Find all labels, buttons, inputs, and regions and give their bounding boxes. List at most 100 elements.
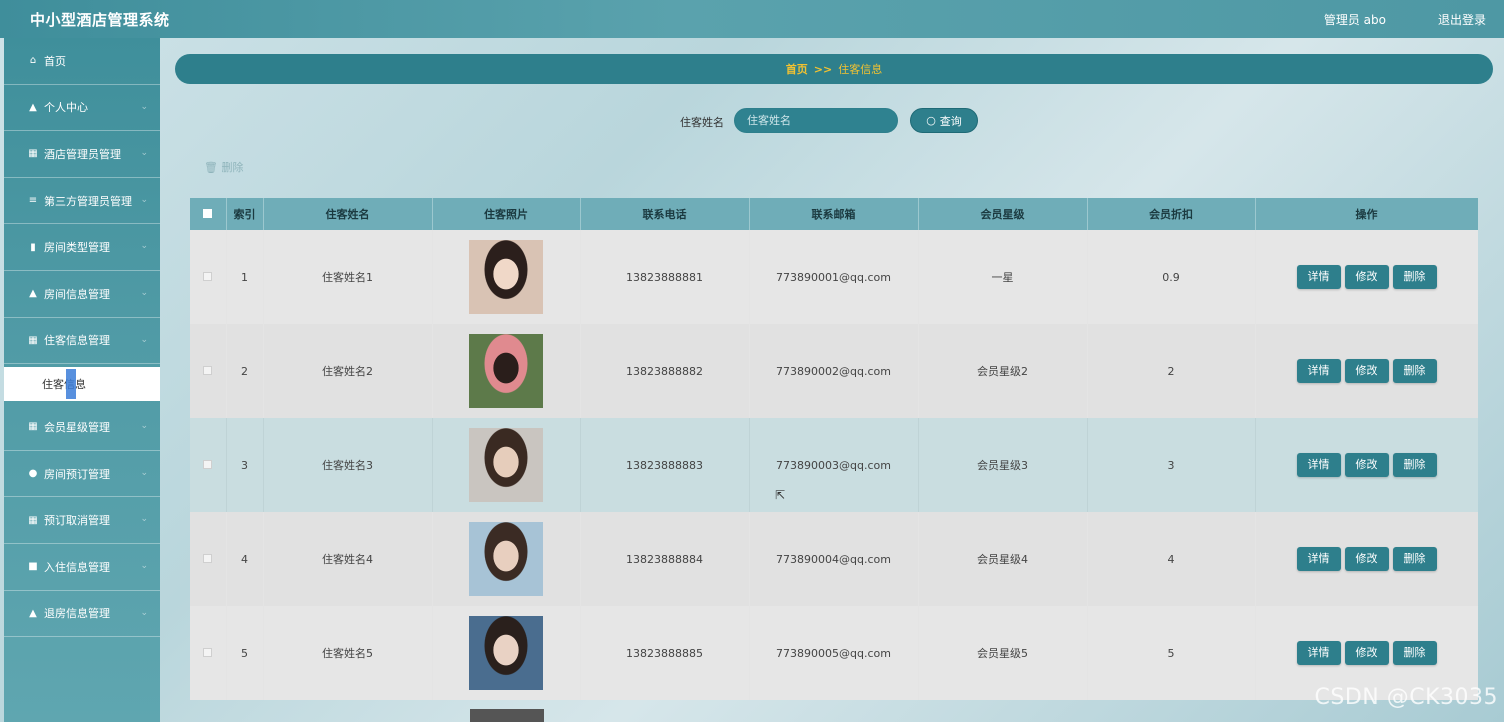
cell-photo [432, 606, 581, 700]
row-select-cell[interactable] [190, 606, 227, 700]
edit-button[interactable]: 修改 [1344, 359, 1389, 383]
detail-button[interactable]: 详情 [1296, 641, 1341, 665]
logout-link[interactable]: 退出登录 [1438, 11, 1486, 28]
table-row[interactable]: 1 住客姓名1 13823888881 773890001@qq.com 一星 0.9 详情… [190, 230, 1478, 324]
table-row[interactable]: 2 住客姓名2 13823888882 773890002@qq.com 会员星级2 2 详… [190, 324, 1478, 418]
user-icon: ▲ [29, 607, 37, 619]
sidebar-subitem-label: 住客信息 [42, 378, 86, 392]
sidebar-item-3[interactable]: ≡ 第三方管理员管理 ⌄ [4, 178, 160, 225]
grid-icon: ▦ [28, 334, 38, 346]
edit-button[interactable]: 修改 [1344, 265, 1389, 289]
guest-photo-partial [470, 709, 544, 722]
delete-button[interactable]: 删除 [1392, 265, 1437, 289]
guest-photo[interactable] [469, 616, 543, 690]
pin-icon: ● [28, 468, 38, 480]
chat-icon: ■ [28, 561, 38, 573]
sidebar-item-2[interactable]: ▦ 酒店管理员管理 ⌄ [4, 131, 160, 178]
sidebar-item-0[interactable]: ⌂ 首页 [4, 38, 160, 85]
cell-actions: 详情 修改 删除 [1255, 324, 1478, 418]
breadcrumb-home[interactable]: 首页 [786, 61, 808, 77]
current-user: 管理员 abo [1323, 13, 1386, 27]
search-button-label: 查询 [939, 114, 962, 128]
cell-name: 住客姓名5 [263, 606, 433, 700]
cell-level: 会员星级3 [918, 418, 1088, 512]
guest-photo[interactable] [469, 428, 543, 502]
app-title: 中小型酒店管理系统 [30, 11, 170, 29]
edit-button[interactable]: 修改 [1344, 547, 1389, 571]
cell-level: 会员星级4 [918, 512, 1088, 606]
detail-button[interactable]: 详情 [1296, 265, 1341, 289]
sidebar-item-7[interactable]: ▦ 会员星级管理 ⌄ [4, 404, 160, 451]
sidebar-subitem-guest-info[interactable]: 住客信息 [4, 367, 160, 402]
table-row[interactable]: 4 住客姓名4 13823888884 773890004@qq.com 会员星级4 4 详… [190, 512, 1478, 606]
table-row[interactable]: 5 住客姓名5 13823888885 773890005@qq.com 会员星级5 5 详… [190, 606, 1478, 700]
edit-button[interactable]: 修改 [1344, 453, 1389, 477]
sidebar-item-6[interactable]: ▦ 住客信息管理 ⌄ [4, 318, 160, 365]
search-label: 住客姓名 [680, 116, 724, 129]
row-checkbox[interactable] [203, 459, 213, 469]
batch-delete-label: 删除 [221, 161, 244, 174]
header-email: 联系邮箱 [749, 198, 919, 230]
cell-discount: 3 [1087, 418, 1256, 512]
guest-photo[interactable] [469, 522, 543, 596]
sidebar-item-label: 个人中心 [44, 101, 88, 115]
chevron-down-icon: ⌄ [140, 334, 148, 345]
sidebar-item-1[interactable]: ▲ 个人中心 ⌄ [4, 85, 160, 132]
cursor-highlight [66, 369, 76, 400]
table-header-row: 索引 住客姓名 住客照片 联系电话 联系邮箱 会员星级 会员折扣 操作 [190, 198, 1478, 230]
sidebar-item-label: 房间预订管理 [44, 467, 110, 481]
select-all-cell[interactable] [190, 198, 227, 230]
chevron-down-icon: ⌄ [140, 467, 148, 478]
cell-level: 会员星级5 [918, 606, 1088, 700]
row-checkbox[interactable] [203, 553, 213, 563]
detail-button[interactable]: 详情 [1296, 453, 1341, 477]
cell-index: 1 [226, 230, 264, 324]
search-button[interactable]: ○ 查询 [910, 108, 978, 133]
cell-email: 773890001@qq.com [749, 230, 919, 324]
delete-button[interactable]: 删除 [1392, 641, 1437, 665]
sidebar-item-11[interactable]: ▲ 退房信息管理 ⌄ [4, 591, 160, 638]
row-select-cell[interactable] [190, 512, 227, 606]
table-row[interactable]: 3 住客姓名3 13823888883 773890003@qq.com 会员星级3 3 详… [190, 418, 1478, 512]
cell-email: 773890004@qq.com [749, 512, 919, 606]
sidebar-item-5[interactable]: ▲ 房间信息管理 ⌄ [4, 271, 160, 318]
delete-button[interactable]: 删除 [1392, 547, 1437, 571]
sidebar-item-10[interactable]: ■ 入住信息管理 ⌄ [4, 544, 160, 591]
row-checkbox[interactable] [203, 365, 213, 375]
cell-email: 773890005@qq.com [749, 606, 919, 700]
cell-index: 3 [226, 418, 264, 512]
cell-photo [432, 230, 581, 324]
batch-delete-button[interactable]: 🗑 删除 [204, 159, 243, 175]
chevron-down-icon: ⌄ [140, 148, 148, 159]
row-checkbox[interactable] [203, 271, 213, 281]
cell-discount: 4 [1087, 512, 1256, 606]
delete-button[interactable]: 删除 [1392, 359, 1437, 383]
row-select-cell[interactable] [190, 230, 227, 324]
sidebar-item-label: 入住信息管理 [44, 560, 110, 574]
row-checkbox[interactable] [203, 647, 213, 657]
row-select-cell[interactable] [190, 324, 227, 418]
sidebar-item-label: 预订取消管理 [44, 514, 110, 528]
search-input[interactable] [734, 108, 898, 133]
select-all-checkbox[interactable] [203, 208, 213, 218]
cell-name: 住客姓名1 [263, 230, 433, 324]
cell-index: 5 [226, 606, 264, 700]
watermark: CSDN @CK3035 [1314, 685, 1498, 710]
sidebar-item-label: 第三方管理员管理 [44, 194, 132, 208]
trash-icon: 🗑 [204, 161, 218, 174]
guest-table: 索引 住客姓名 住客照片 联系电话 联系邮箱 会员星级 会员折扣 操作 1 住客姓… [190, 198, 1478, 700]
detail-button[interactable]: 详情 [1296, 547, 1341, 571]
row-select-cell[interactable] [190, 418, 227, 512]
sidebar-item-8[interactable]: ● 房间预订管理 ⌄ [4, 451, 160, 498]
guest-photo[interactable] [469, 240, 543, 314]
edit-button[interactable]: 修改 [1344, 641, 1389, 665]
sidebar-item-9[interactable]: ▦ 预订取消管理 ⌄ [4, 497, 160, 544]
guest-photo[interactable] [469, 334, 543, 408]
cell-level: 会员星级2 [918, 324, 1088, 418]
sidebar-item-label: 会员星级管理 [44, 420, 110, 434]
header-level: 会员星级 [918, 198, 1088, 230]
sidebar-item-4[interactable]: ▮ 房间类型管理 ⌄ [4, 224, 160, 271]
detail-button[interactable]: 详情 [1296, 359, 1341, 383]
delete-button[interactable]: 删除 [1392, 453, 1437, 477]
chevron-down-icon: ⌄ [140, 607, 148, 618]
